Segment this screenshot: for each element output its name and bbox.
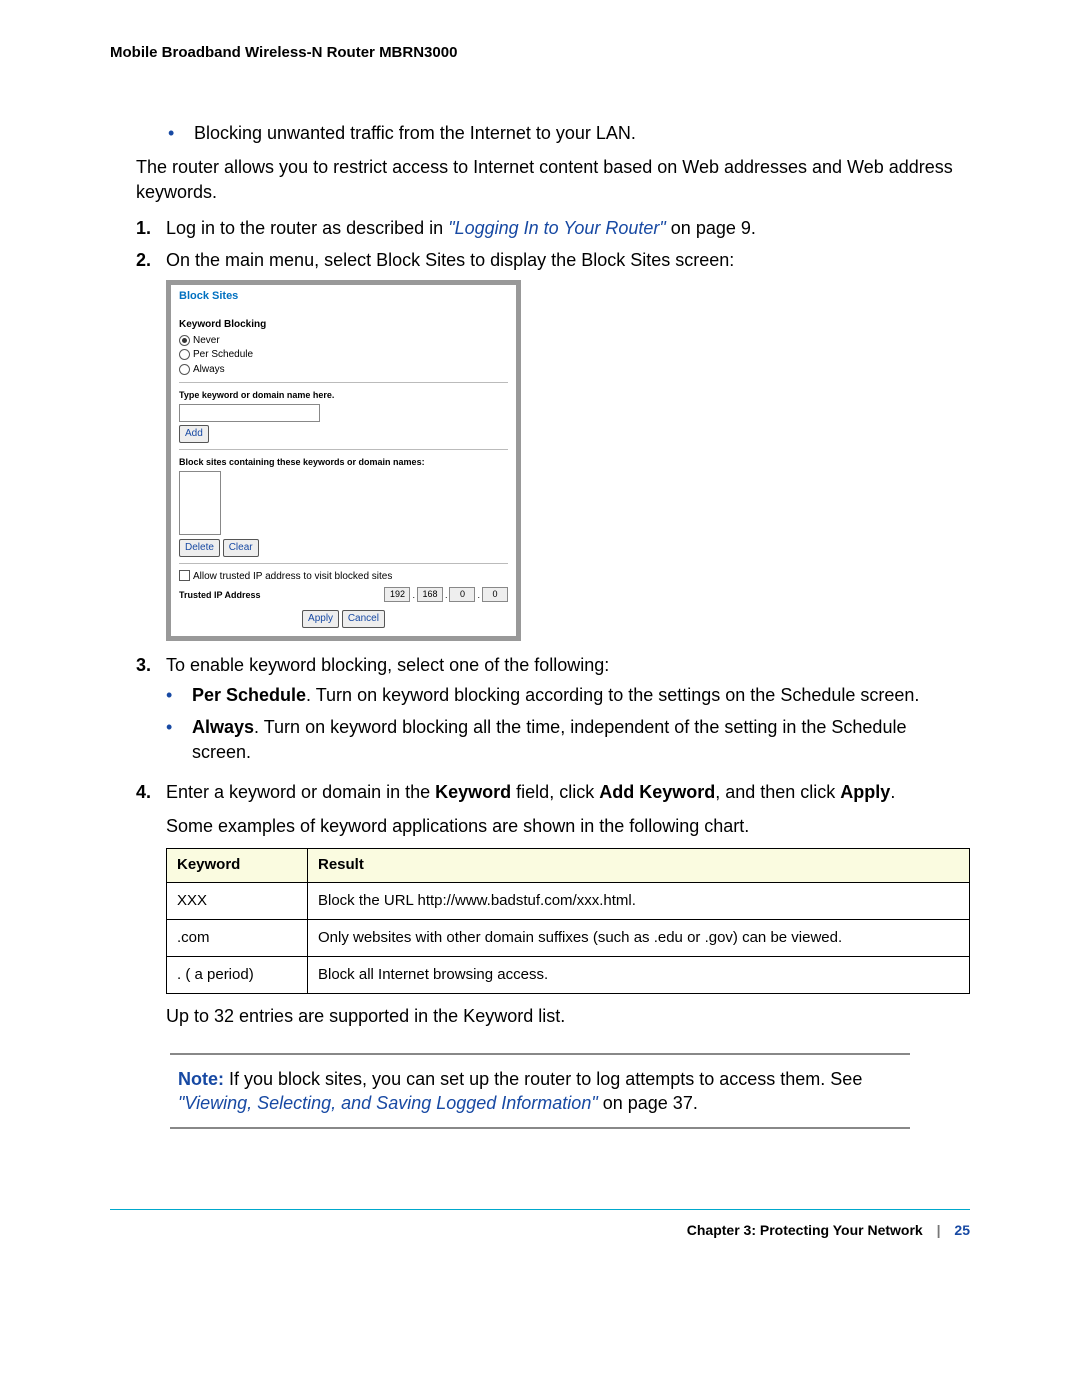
step-3: 3. To enable keyword blocking, select on…: [136, 653, 970, 772]
step3-text: To enable keyword blocking, select one o…: [166, 655, 609, 675]
intro-bullet-text: Blocking unwanted traffic from the Inter…: [194, 121, 636, 145]
login-link[interactable]: "Logging In to Your Router": [448, 218, 666, 238]
step1-pre: Log in to the router as described in: [166, 218, 448, 238]
keyword-blocking-label: Keyword Blocking: [179, 318, 508, 332]
always-bold: Always: [192, 717, 254, 737]
th-keyword: Keyword: [167, 849, 308, 882]
apply-button[interactable]: Apply: [302, 610, 339, 628]
trusted-ip-label: Trusted IP Address: [179, 589, 382, 601]
step1-post: on page 9.: [666, 218, 756, 238]
ip-octet-1[interactable]: 192: [384, 587, 410, 602]
radio-always[interactable]: [179, 364, 190, 375]
table-row: . ( a period) Block all Internet browsin…: [167, 957, 970, 994]
note-label: Note:: [178, 1069, 224, 1089]
step4-para2: Some examples of keyword applications ar…: [166, 814, 970, 838]
clear-button[interactable]: Clear: [223, 539, 259, 557]
step-1: 1. Log in to the router as described in …: [136, 216, 970, 240]
per-schedule-text: . Turn on keyword blocking according to …: [306, 685, 919, 705]
allow-trusted-label: Allow trusted IP address to visit blocke…: [193, 571, 392, 582]
delete-button[interactable]: Delete: [179, 539, 220, 557]
cell-result: Only websites with other domain suffixes…: [308, 919, 970, 956]
note-box: Note: If you block sites, you can set up…: [170, 1053, 910, 1130]
bullet-icon: •: [166, 715, 192, 739]
per-schedule-bold: Per Schedule: [192, 685, 306, 705]
cell-keyword: XXX: [167, 882, 308, 919]
footer-separator: |: [937, 1222, 941, 1238]
panel-title: Block Sites: [179, 289, 508, 304]
block-sites-screenshot: Block Sites Keyword Blocking Never Per S…: [166, 280, 521, 640]
radio-never-label: Never: [193, 335, 220, 346]
step-number: 3.: [136, 653, 166, 677]
th-result: Result: [308, 849, 970, 882]
intro-paragraph: The router allows you to restrict access…: [136, 155, 970, 204]
table-row: .com Only websites with other domain suf…: [167, 919, 970, 956]
table-row: XXX Block the URL http://www.badstuf.com…: [167, 882, 970, 919]
keyword-listbox[interactable]: [179, 471, 221, 535]
step4-pre: Enter a keyword or domain in the: [166, 782, 435, 802]
always-text: . Turn on keyword blocking all the time,…: [192, 717, 906, 761]
step-number: 1.: [136, 216, 166, 240]
intro-bullet: • Blocking unwanted traffic from the Int…: [168, 121, 970, 145]
page-footer: Chapter 3: Protecting Your Network | 25: [110, 1209, 970, 1238]
cell-result: Block all Internet browsing access.: [308, 957, 970, 994]
block-list-label: Block sites containing these keywords or…: [179, 456, 508, 468]
allow-trusted-checkbox[interactable]: [179, 570, 190, 581]
step-number: 4.: [136, 780, 166, 804]
note-pre: If you block sites, you can set up the r…: [224, 1069, 862, 1089]
keyword-bold: Keyword: [435, 782, 511, 802]
radio-always-label: Always: [193, 364, 225, 375]
step2-text: On the main menu, select Block Sites to …: [166, 248, 970, 272]
bullet-icon: •: [168, 121, 194, 145]
step-2: 2. On the main menu, select Block Sites …: [136, 248, 970, 272]
note-post: on page 37.: [598, 1093, 698, 1113]
cell-keyword: .com: [167, 919, 308, 956]
keyword-examples-table: Keyword Result XXX Block the URL http://…: [166, 848, 970, 994]
step-4: 4. Enter a keyword or domain in the Keyw…: [136, 780, 970, 1029]
bullet-icon: •: [166, 683, 192, 707]
radio-per-label: Per Schedule: [193, 349, 253, 360]
footer-chapter: Chapter 3: Protecting Your Network: [687, 1222, 923, 1238]
step-number: 2.: [136, 248, 166, 272]
radio-never[interactable]: [179, 335, 190, 346]
ip-octet-4[interactable]: 0: [482, 587, 508, 602]
type-keyword-label: Type keyword or domain name here.: [179, 389, 508, 401]
cell-result: Block the URL http://www.badstuf.com/xxx…: [308, 882, 970, 919]
cancel-button[interactable]: Cancel: [342, 610, 385, 628]
step4-mid2: , and then click: [715, 782, 840, 802]
step4-end: .: [890, 782, 895, 802]
document-header: Mobile Broadband Wireless-N Router MBRN3…: [110, 44, 970, 61]
apply-bold: Apply: [840, 782, 890, 802]
radio-per-schedule[interactable]: [179, 349, 190, 360]
step4-mid1: field, click: [511, 782, 599, 802]
add-button[interactable]: Add: [179, 425, 209, 443]
logging-link[interactable]: "Viewing, Selecting, and Saving Logged I…: [178, 1093, 598, 1113]
add-keyword-bold: Add Keyword: [599, 782, 715, 802]
keyword-limit-text: Up to 32 entries are supported in the Ke…: [166, 1004, 970, 1028]
cell-keyword: . ( a period): [167, 957, 308, 994]
ip-octet-3[interactable]: 0: [449, 587, 475, 602]
keyword-input[interactable]: [179, 404, 320, 422]
ip-octet-2[interactable]: 168: [417, 587, 443, 602]
footer-page-number: 25: [954, 1222, 970, 1238]
